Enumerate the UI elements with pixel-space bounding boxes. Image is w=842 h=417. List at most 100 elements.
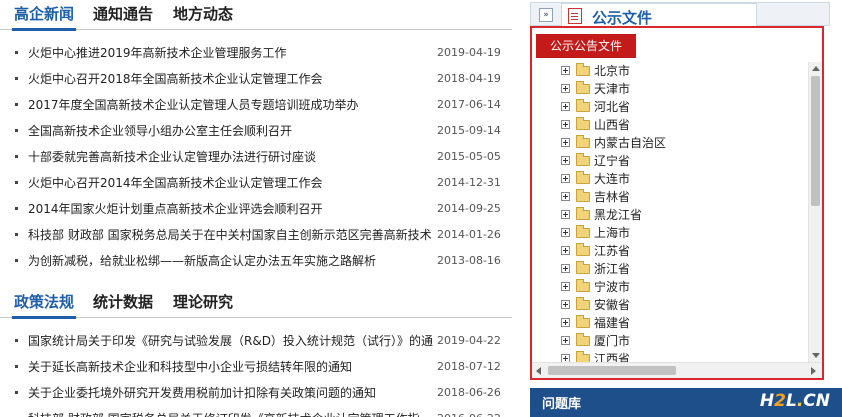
tree-node: 内蒙古自治区 xyxy=(532,134,806,152)
list-item: 关于延长高新技术企业和科技型中小企业亏损结转年限的通知 2018-07-12 xyxy=(0,354,512,380)
expand-plus-icon[interactable] xyxy=(561,300,570,309)
scroll-up-icon[interactable] xyxy=(812,66,820,71)
tree-node-label[interactable]: 厦门市 xyxy=(594,332,630,350)
expand-plus-icon[interactable] xyxy=(561,138,570,147)
expand-plus-icon[interactable] xyxy=(561,156,570,165)
tab-company-news[interactable]: 高企新闻 xyxy=(14,4,74,24)
tree-node-label[interactable]: 黑龙江省 xyxy=(594,206,642,224)
news-title-link[interactable]: 全国高新技术企业领导小组办公室主任会顺利召开 xyxy=(28,118,436,144)
expand-plus-icon[interactable] xyxy=(561,192,570,201)
list-item: 国家统计局关于印发《研究与试验发展（R&D）投入统计规范（试行）》的通 2019-… xyxy=(0,328,512,354)
news-date: 2013-08-16 xyxy=(437,254,501,267)
tab-policies[interactable]: 政策法规 xyxy=(14,292,74,312)
news-title-link[interactable]: 关于延长高新技术企业和科技型中小企业亏损结转年限的通知 xyxy=(28,354,436,380)
folder-icon xyxy=(576,117,590,130)
horizontal-scrollbar[interactable] xyxy=(532,362,822,378)
expand-plus-icon[interactable] xyxy=(561,174,570,183)
news-title-link[interactable]: 科技部 财政部 国家税务总局关于修订印发《高新技术企业认定管理工作指 xyxy=(28,406,436,417)
news-title-link[interactable]: 为创新减税，给就业松绑——新版高企认定办法五年实施之路解析 xyxy=(28,248,436,274)
expand-plus-icon[interactable] xyxy=(561,264,570,273)
tree-node-label[interactable]: 内蒙古自治区 xyxy=(594,134,666,152)
folder-icon xyxy=(576,207,590,220)
list-item: 2017年度全国高新技术企业认定管理人员专题培训班成功举办 2017-06-14 xyxy=(0,92,512,118)
news-date: 2019-04-19 xyxy=(437,46,501,59)
news-title-link[interactable]: 2017年度全国高新技术企业认定管理人员专题培训班成功举办 xyxy=(28,92,436,118)
folder-icon xyxy=(576,135,590,148)
news-title-link[interactable]: 2014年国家火炬计划重点高新技术企业评选会顺利召开 xyxy=(28,196,436,222)
news-title-link[interactable]: 十部委就完善高新技术企业认定管理办法进行研讨座谈 xyxy=(28,144,436,170)
tree-node: 安徽省 xyxy=(532,296,806,314)
news-date: 2014-09-25 xyxy=(437,202,501,215)
news-date: 2014-01-26 xyxy=(437,228,501,241)
expand-plus-icon[interactable] xyxy=(561,282,570,291)
vertical-scrollbar[interactable] xyxy=(808,62,822,362)
news-title-link[interactable]: 火炬中心召开2018年全国高新技术企业认定管理工作会 xyxy=(28,66,436,92)
tab-theory[interactable]: 理论研究 xyxy=(173,292,233,312)
tree-node: 河北省 xyxy=(532,98,806,116)
expand-plus-icon[interactable] xyxy=(561,336,570,345)
expand-plus-icon[interactable] xyxy=(561,102,570,111)
tree-node-label[interactable]: 上海市 xyxy=(594,224,630,242)
news-date: 2018-07-12 xyxy=(437,360,501,373)
expand-plus-icon[interactable] xyxy=(561,318,570,327)
tree-node: 江西省 xyxy=(532,350,806,362)
tree-node-label[interactable]: 辽宁省 xyxy=(594,152,630,170)
tree-node-label[interactable]: 吉林省 xyxy=(594,188,630,206)
tree-node-label[interactable]: 福建省 xyxy=(594,314,630,332)
news-title-link[interactable]: 火炬中心召开2014年全国高新技术企业认定管理工作会 xyxy=(28,170,436,196)
expand-plus-icon[interactable] xyxy=(561,228,570,237)
question-bank-bar: 问题库 H2L.CN xyxy=(530,388,842,417)
tree-node-label[interactable]: 江苏省 xyxy=(594,242,630,260)
scroll-thumb[interactable] xyxy=(548,366,676,375)
expand-plus-icon[interactable] xyxy=(561,354,570,362)
news-date: 2018-06-26 xyxy=(437,386,501,399)
tree-node: 黑龙江省 xyxy=(532,206,806,224)
news-title-link[interactable]: 国家统计局关于印发《研究与试验发展（R&D）投入统计规范（试行）》的通 xyxy=(28,328,436,354)
folder-icon xyxy=(576,189,590,202)
bullet-icon xyxy=(15,155,18,158)
news-date: 2018-04-19 xyxy=(437,72,501,85)
region-tree: 北京市 天津市 河北省 山西省 内蒙古自治区 辽宁省 大连市 吉林省 黑龙江省 上海市 江苏省 浙江省… xyxy=(532,62,806,362)
bullet-icon xyxy=(15,51,18,54)
active-tab-underline xyxy=(12,316,76,319)
tab-local-news[interactable]: 地方动态 xyxy=(173,4,233,24)
tree-node-label[interactable]: 浙江省 xyxy=(594,260,630,278)
news-list: 火炬中心推进2019年高新技术企业管理服务工作 2019-04-19 火炬中心召开2… xyxy=(0,40,512,274)
scroll-thumb[interactable] xyxy=(811,76,820,206)
news-title-link[interactable]: 火炬中心推进2019年高新技术企业管理服务工作 xyxy=(28,40,436,66)
tree-node-label[interactable]: 北京市 xyxy=(594,62,630,80)
expand-plus-icon[interactable] xyxy=(561,120,570,129)
tree-node-label[interactable]: 大连市 xyxy=(594,170,630,188)
notice-tab-label: 公示文件 xyxy=(592,9,653,27)
scroll-right-icon[interactable] xyxy=(811,367,816,375)
collapse-icon[interactable]: » xyxy=(539,8,553,22)
scroll-left-icon[interactable] xyxy=(536,367,541,375)
scroll-down-icon[interactable] xyxy=(812,353,820,358)
folder-icon xyxy=(576,315,590,328)
tree-node-label[interactable]: 河北省 xyxy=(594,98,630,116)
tree-node-label[interactable]: 天津市 xyxy=(594,80,630,98)
tab-statistics[interactable]: 统计数据 xyxy=(93,292,153,312)
news-tabbar: 高企新闻 通知通告 地方动态 xyxy=(0,0,512,31)
active-tab-underline xyxy=(12,28,76,31)
expand-plus-icon[interactable] xyxy=(561,66,570,75)
tab-notices[interactable]: 通知通告 xyxy=(93,4,153,24)
news-date: 2015-09-14 xyxy=(437,124,501,137)
news-title-link[interactable]: 科技部 财政部 国家税务总局关于在中关村国家自主创新示范区完善高新技术 xyxy=(28,222,436,248)
document-icon xyxy=(568,8,582,24)
policy-list: 国家统计局关于印发《研究与试验发展（R&D）投入统计规范（试行）》的通 2019-… xyxy=(0,328,512,417)
bullet-icon xyxy=(15,365,18,368)
tree-node: 福建省 xyxy=(532,314,806,332)
tree-node-label[interactable]: 宁波市 xyxy=(594,278,630,296)
list-item: 火炬中心召开2014年全国高新技术企业认定管理工作会 2014-12-31 xyxy=(0,170,512,196)
question-bank-link[interactable]: 问题库 xyxy=(542,393,581,412)
expand-plus-icon[interactable] xyxy=(561,84,570,93)
news-title-link[interactable]: 关于企业委托境外研究开发费用税前加计扣除有关政策问题的通知 xyxy=(28,380,436,406)
bullet-icon xyxy=(15,391,18,394)
tree-node-label[interactable]: 山西省 xyxy=(594,116,630,134)
tree-node-label[interactable]: 安徽省 xyxy=(594,296,630,314)
expand-plus-icon[interactable] xyxy=(561,210,570,219)
expand-plus-icon[interactable] xyxy=(561,246,570,255)
tree-node-label[interactable]: 江西省 xyxy=(594,350,630,362)
folder-icon xyxy=(576,333,590,346)
